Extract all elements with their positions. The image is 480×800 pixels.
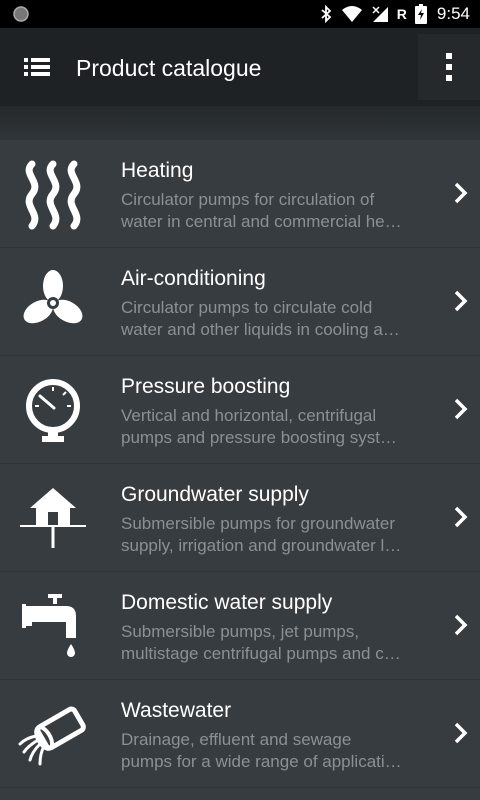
app-bar: Product catalogue: [0, 28, 480, 106]
chevron-right-icon: [454, 722, 468, 744]
list-item-air-conditioning[interactable]: Air-conditioning Circulator pumps to cir…: [0, 248, 480, 356]
heating-waves-icon: [25, 160, 81, 230]
item-description-line: Vertical and horizontal, centrifugal: [121, 406, 377, 425]
chevron-right-icon: [454, 182, 468, 204]
item-description-line: Submersible pumps for groundwater: [121, 514, 396, 533]
status-bar: R 9:54: [0, 0, 480, 28]
page-title: Product catalogue: [76, 55, 262, 81]
item-description-line: Submersible pumps, jet pumps,: [121, 622, 360, 641]
wifi-icon: [341, 6, 362, 22]
item-title: Wastewater: [121, 699, 232, 722]
overflow-menu-button[interactable]: [418, 34, 480, 100]
item-description: Vertical and horizontal, centrifugal pum…: [121, 405, 431, 449]
item-title: Pressure boosting: [121, 375, 291, 398]
list-item-groundwater-supply[interactable]: Groundwater supply Submersible pumps for…: [0, 464, 480, 572]
item-title: Air-conditioning: [121, 267, 266, 290]
water-tap-icon: [22, 594, 76, 657]
item-description-line: Circulator pumps for circulation of: [121, 190, 375, 209]
circle-icon: [13, 6, 29, 22]
item-title: Groundwater supply: [121, 483, 309, 506]
chevron-right-icon: [454, 614, 468, 636]
bluetooth-icon: [321, 5, 332, 23]
item-title: Heating: [121, 159, 194, 182]
category-list: Heating Circulator pumps for circulation…: [0, 140, 480, 788]
item-description-line: pumps and pressure boosting syst…: [121, 428, 397, 447]
item-description-line: water in central and commercial he…: [121, 212, 402, 231]
chevron-right-icon: [454, 398, 468, 420]
wastewater-pipe-icon: [18, 706, 86, 766]
status-time: 9:54: [436, 4, 470, 23]
chevron-right-icon: [454, 506, 468, 528]
item-description-line: Circulator pumps to circulate cold: [121, 298, 373, 317]
battery-icon: [414, 4, 427, 24]
item-description: Submersible pumps, jet pumps, multistage…: [121, 621, 431, 665]
item-description-line: supply, irrigation and groundwater l…: [121, 536, 402, 555]
item-description-line: pumps for a wide range of applicati…: [121, 752, 402, 771]
item-description: Drainage, effluent and sewage pumps for …: [121, 729, 431, 773]
item-description-line: multistage centrifugal pumps and c…: [121, 644, 401, 663]
pressure-gauge-icon: [26, 379, 80, 442]
list-item-heating[interactable]: Heating Circulator pumps for circulation…: [0, 140, 480, 248]
overflow-menu-icon: [446, 53, 452, 81]
item-description-line: water and other liquids in cooling a…: [121, 320, 400, 339]
house-well-icon: [20, 488, 86, 548]
item-description: Submersible pumps for groundwater supply…: [121, 513, 431, 557]
item-description: Circulator pumps for circulation of wate…: [121, 189, 431, 233]
list-item-wastewater[interactable]: Wastewater Drainage, effluent and sewage…: [0, 680, 480, 788]
chevron-right-icon: [454, 290, 468, 312]
fan-icon: [23, 270, 83, 324]
network-type-badge: R: [396, 6, 407, 22]
signal-icon: [372, 6, 388, 22]
header-band: [0, 106, 480, 140]
menu-list-icon[interactable]: [22, 54, 52, 80]
item-title: Domestic water supply: [121, 591, 333, 614]
item-description-line: Drainage, effluent and sewage: [121, 730, 352, 749]
item-description: Circulator pumps to circulate cold water…: [121, 297, 431, 341]
list-item-pressure-boosting[interactable]: Pressure boosting Vertical and horizonta…: [0, 356, 480, 464]
list-item-domestic-water-supply[interactable]: Domestic water supply Submersible pumps,…: [0, 572, 480, 680]
